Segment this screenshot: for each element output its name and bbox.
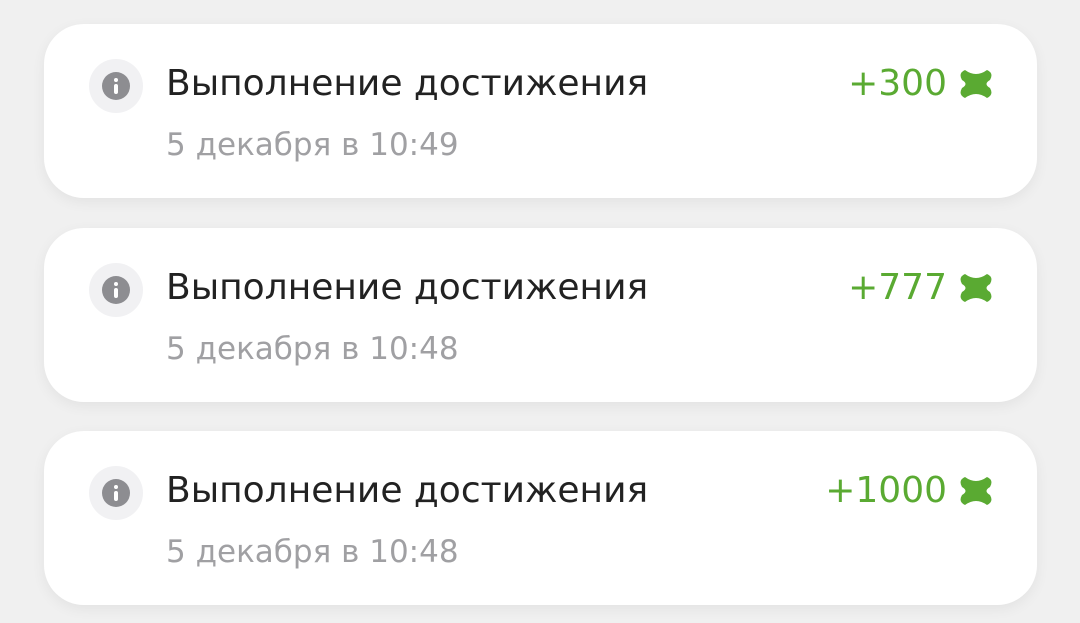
transaction-list: Выполнение достижения 5 декабря в 10:49 … <box>0 0 1080 623</box>
info-badge <box>89 263 143 317</box>
transaction-amount-group: +1000 <box>825 469 993 513</box>
transaction-amount: +1000 <box>825 470 947 511</box>
transaction-title: Выполнение достижения <box>166 63 649 104</box>
transaction-card[interactable]: Выполнение достижения 5 декабря в 10:49 … <box>44 24 1037 198</box>
transaction-amount-group: +300 <box>848 62 993 106</box>
transaction-title: Выполнение достижения <box>166 267 649 308</box>
transaction-date: 5 декабря в 10:48 <box>166 534 459 570</box>
coin-icon <box>960 274 992 302</box>
info-icon <box>102 276 130 304</box>
transaction-date: 5 декабря в 10:48 <box>166 331 459 367</box>
info-icon <box>102 479 130 507</box>
coin-icon <box>960 477 992 505</box>
transaction-amount: +300 <box>848 63 947 104</box>
coin-icon <box>960 70 992 98</box>
transaction-title: Выполнение достижения <box>166 470 649 511</box>
info-icon <box>102 72 130 100</box>
transaction-amount: +777 <box>848 267 947 308</box>
info-badge <box>89 466 143 520</box>
transaction-card[interactable]: Выполнение достижения 5 декабря в 10:48 … <box>44 431 1037 605</box>
info-badge <box>89 59 143 113</box>
transaction-amount-group: +777 <box>848 266 993 310</box>
transaction-date: 5 декабря в 10:49 <box>166 127 459 163</box>
transaction-card[interactable]: Выполнение достижения 5 декабря в 10:48 … <box>44 228 1037 402</box>
